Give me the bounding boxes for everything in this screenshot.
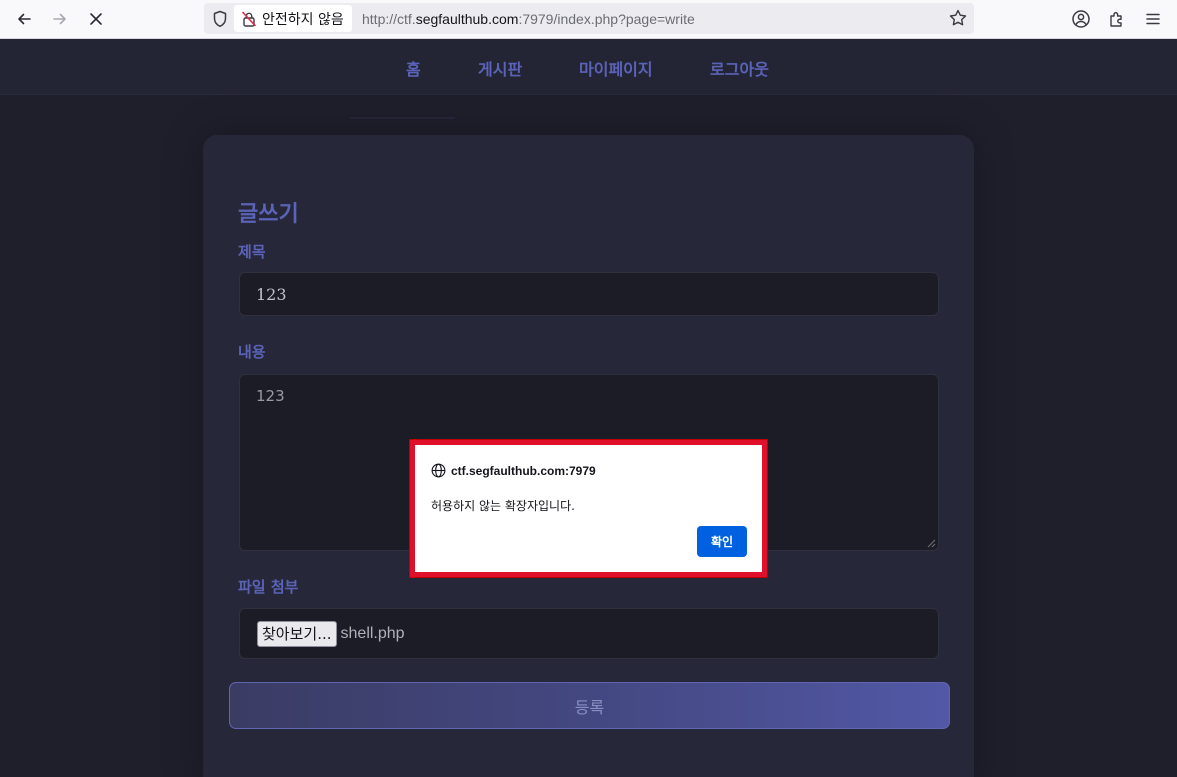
alert-message: 허용하지 않는 확장자입니다.	[431, 499, 575, 513]
insecure-connection-indicator[interactable]: 안전하지 않음	[234, 5, 352, 32]
submit-button[interactable]: 등록	[229, 682, 950, 729]
nav-active-underline	[350, 117, 455, 119]
alert-origin-text: ctf.segfaulthub.com:7979	[451, 463, 596, 478]
nav-board-link[interactable]: 게시판	[478, 56, 522, 80]
stop-loading-icon[interactable]	[83, 6, 109, 32]
url-text[interactable]: http://ctf.segfaulthub.com:7979/index.ph…	[362, 11, 695, 27]
nav-mypage-link[interactable]: 마이페이지	[579, 56, 653, 80]
url-suffix: :7979/index.php?page=write	[518, 11, 695, 27]
selected-file-name: shell.php	[340, 624, 405, 642]
back-arrow-icon[interactable]	[11, 6, 37, 32]
file-label: 파일 첨부	[238, 578, 299, 596]
alert-ok-button[interactable]: 확인	[697, 526, 747, 557]
browse-button[interactable]: 찾아보기...	[257, 620, 337, 647]
alert-origin: ctf.segfaulthub.com:7979	[431, 463, 596, 478]
site-nav: 홈 게시판 마이페이지 로그아웃	[0, 39, 1177, 95]
resize-grip-icon[interactable]	[924, 536, 936, 548]
forward-arrow-icon[interactable]	[47, 6, 73, 32]
insecure-lock-icon	[242, 11, 256, 27]
url-prefix: http://ctf.	[362, 11, 416, 27]
nav-home-link[interactable]: 홈	[406, 56, 421, 80]
browser-toolbar: 안전하지 않음 http://ctf.segfaulthub.com:7979/…	[0, 0, 1177, 39]
bookmark-star-icon[interactable]	[948, 8, 968, 28]
address-bar[interactable]: 안전하지 않음 http://ctf.segfaulthub.com:7979/…	[204, 3, 974, 34]
title-label: 제목	[238, 243, 266, 261]
url-domain: segfaulthub.com	[415, 11, 519, 27]
account-icon[interactable]	[1071, 9, 1091, 29]
menu-hamburger-icon[interactable]	[1143, 9, 1163, 29]
file-input[interactable]: 찾아보기... shell.php	[239, 608, 939, 659]
alert-dialog: ctf.segfaulthub.com:7979 허용하지 않는 확장자입니다.…	[410, 440, 767, 577]
nav-logout-link[interactable]: 로그아웃	[710, 56, 769, 80]
tracking-protection-shield-icon[interactable]	[212, 10, 228, 28]
extensions-puzzle-icon[interactable]	[1107, 9, 1127, 29]
page-title: 글쓰기	[238, 202, 299, 227]
content-value: 123	[256, 387, 285, 405]
content-label: 내용	[238, 343, 266, 361]
title-input[interactable]: 123	[239, 272, 939, 316]
globe-icon	[431, 463, 446, 478]
insecure-label: 안전하지 않음	[262, 11, 344, 28]
